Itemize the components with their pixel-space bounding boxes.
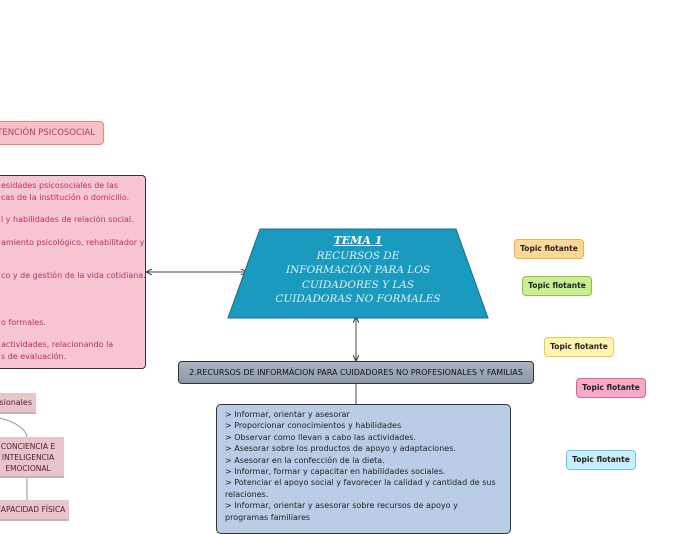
central-line: CUIDADORAS NO FORMALES	[275, 293, 441, 305]
recursos-topic[interactable]: 2.RECURSOS DE INFORMÁCION PARA CUIDADORE…	[178, 361, 534, 384]
line: actividades, relacionando la	[1, 340, 114, 349]
line: o formales.	[1, 318, 46, 327]
central-line: RECURSOS DE	[316, 249, 400, 262]
item: > Informar, formar y capacitar en habili…	[225, 467, 446, 477]
line: co y de gestión de la vida cotidiana.	[1, 271, 146, 280]
recursos-details[interactable]: > Informar, orientar y asesorar > Propor…	[216, 404, 511, 534]
central-title: TEMA 1	[333, 234, 383, 247]
central-line: INFORMACIÓN PARA LOS	[285, 264, 431, 276]
psicosocial-details[interactable]: esidades psicosociales de las cas de la …	[0, 175, 146, 369]
floating-topic[interactable]: Topic flotante	[544, 337, 614, 357]
line: amiento psicológico, rehabilitador y	[1, 238, 145, 247]
central-topic[interactable]: TEMA 1 RECURSOS DE INFORMACIÓN PARA LOS …	[258, 234, 458, 307]
central-line: CUIDADORES Y LAS	[301, 278, 415, 291]
floating-topic[interactable]: Topic flotante	[514, 239, 584, 259]
line: l y habilidades de relación social.	[1, 215, 134, 224]
conciencia-topic[interactable]: CONCIENCIA E INTELIGENCIA EMOCIONAL	[0, 437, 64, 478]
item: > Potenciar el apoyo social y favorecer …	[225, 478, 496, 499]
item: > Asesorar en la confección de la dieta.	[225, 455, 385, 465]
atencion-psicosocial-topic[interactable]: ATENCIÓN PSICOSOCIAL	[0, 121, 104, 145]
item: > Observar como llevan a cabo las activi…	[225, 432, 417, 442]
capacidad-fisica-topic[interactable]: CAPACIDAD FÍSICA	[0, 500, 69, 521]
line: cas de la institución o domicilio.	[1, 193, 130, 202]
line: esidades psicosociales de las	[1, 181, 119, 190]
floating-topic[interactable]: Topic flotante	[566, 450, 636, 470]
floating-topic[interactable]: Topic flotante	[522, 276, 592, 296]
item: > Informar, orientar y asesorar	[225, 410, 350, 419]
item: > Asesorar sobre los productos de apoyo …	[225, 444, 456, 454]
item: > Proporcionar conocimientos y habilidad…	[225, 421, 402, 431]
floating-topic[interactable]: Topic flotante	[576, 378, 646, 398]
line: s de evaluación.	[1, 352, 67, 361]
profesionales-topic[interactable]: sionales	[0, 393, 36, 414]
